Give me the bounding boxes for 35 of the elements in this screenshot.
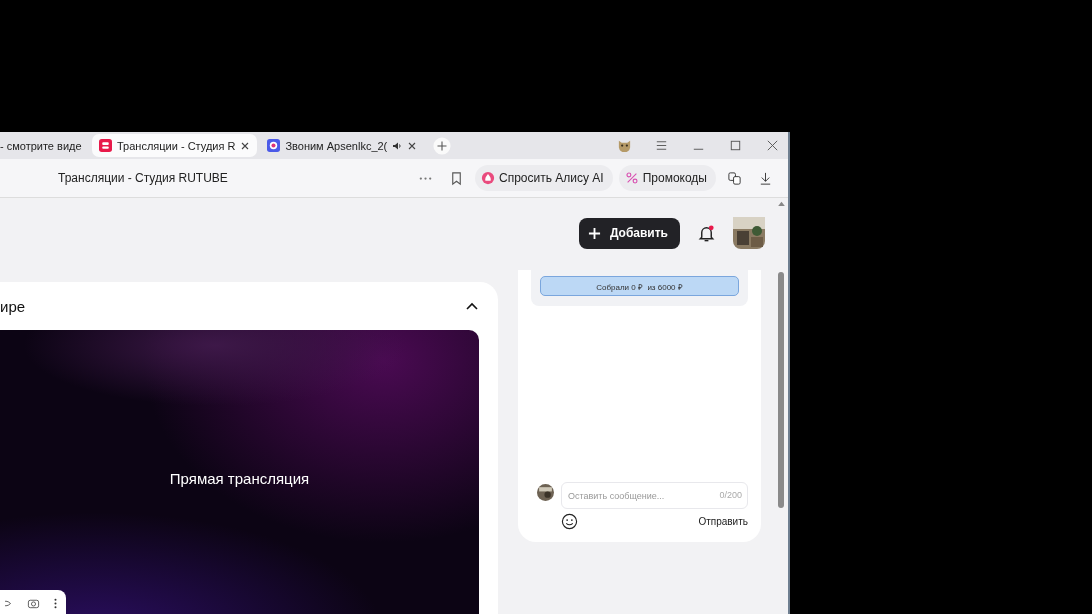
close-icon[interactable] (407, 140, 418, 151)
browser-tab[interactable]: - смотрите виде (0, 134, 89, 157)
video-label: Прямая трансляция (169, 470, 310, 488)
close-icon[interactable] (765, 138, 780, 153)
chevron-icon[interactable] (466, 302, 478, 310)
tab-logo-icon (99, 139, 112, 152)
emoji-icon[interactable] (561, 513, 578, 530)
browser-tab[interactable]: Звоним Apsenlkc_2( (260, 134, 425, 157)
maximize-icon[interactable] (728, 138, 743, 153)
tab-logo-icon (267, 139, 281, 152)
percent-icon (624, 171, 639, 185)
alice-icon (481, 171, 495, 185)
tab-title: Трансляции - Студия R (117, 139, 236, 152)
speaker-icon[interactable] (392, 140, 403, 151)
promo-codes-button[interactable]: Промокоды (618, 165, 716, 191)
donation-text: Собрали 0 ₽ из 6000 ₽ (596, 281, 683, 292)
scrollbar-thumb[interactable] (778, 272, 784, 508)
tab-title: Звоним Apsenlkc_2( (285, 139, 388, 152)
ask-alice-button[interactable]: Спросить Алису AI (475, 165, 613, 191)
char-counter: 0/200 (719, 490, 742, 500)
bookmark-icon[interactable] (449, 170, 464, 186)
download-icon[interactable] (758, 170, 773, 186)
browser-tab[interactable]: Трансляции - Студия R (92, 134, 258, 157)
scroll-up-icon[interactable] (777, 201, 785, 206)
tab-title: - смотрите виде (0, 139, 82, 152)
cat-avatar-icon[interactable] (617, 138, 632, 153)
card-title: ире (0, 297, 26, 315)
add-button[interactable]: Добавить (578, 217, 680, 249)
close-icon[interactable] (240, 140, 251, 151)
plus-icon (587, 226, 601, 240)
translate-icon[interactable] (727, 170, 742, 186)
send-button[interactable]: Отправить (698, 516, 748, 527)
menu-icon[interactable] (654, 138, 669, 153)
page-title[interactable]: Трансляции - Студия RUTUBE (58, 171, 228, 185)
bell-icon[interactable] (697, 223, 716, 243)
